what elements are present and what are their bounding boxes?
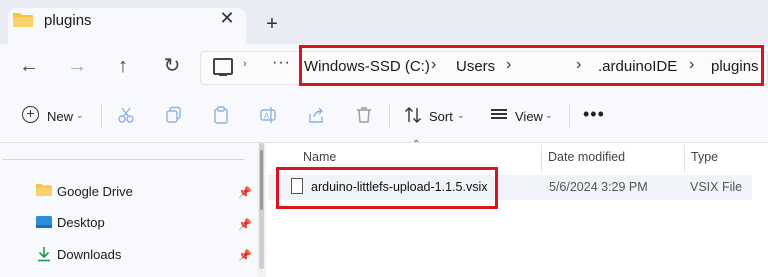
- view-icon-bar: [491, 113, 507, 115]
- svg-text:A: A: [264, 112, 270, 121]
- chevron-right-icon[interactable]: ›: [243, 58, 247, 70]
- back-button[interactable]: ←: [15, 52, 43, 80]
- toolbar-divider: [569, 104, 570, 128]
- sort-icon[interactable]: [404, 106, 422, 124]
- sort-button[interactable]: Sort: [429, 109, 453, 124]
- download-icon: [38, 247, 50, 262]
- column-divider[interactable]: [684, 145, 685, 173]
- copy-icon[interactable]: [165, 106, 183, 124]
- command-bar: [0, 90, 768, 143]
- address-overflow-button[interactable]: ···: [272, 54, 291, 72]
- column-header-name[interactable]: Name: [303, 150, 336, 164]
- view-button[interactable]: View: [515, 109, 543, 124]
- forward-button[interactable]: →: [63, 52, 91, 80]
- close-tab-button[interactable]: ✕: [216, 7, 238, 29]
- new-button[interactable]: New: [47, 109, 73, 124]
- paste-icon[interactable]: [212, 106, 230, 124]
- pin-icon[interactable]: 📌: [238, 218, 252, 231]
- chevron-down-icon[interactable]: ⌄: [76, 110, 84, 121]
- navigation-divider: [2, 159, 244, 160]
- sidebar-item-downloads[interactable]: Downloads: [57, 247, 121, 262]
- toolbar-divider: [101, 104, 102, 128]
- pin-icon[interactable]: 📌: [238, 249, 252, 262]
- computer-stand-icon: [219, 74, 227, 76]
- file-type: VSIX File: [690, 180, 743, 194]
- file-date-modified: 5/6/2024 3:29 PM: [549, 180, 648, 194]
- sidebar-item-google-drive[interactable]: Google Drive: [57, 184, 133, 199]
- sidebar-item-desktop[interactable]: Desktop: [57, 215, 105, 230]
- new-tab-button[interactable]: +: [262, 14, 282, 34]
- chevron-down-icon[interactable]: ⌄: [545, 110, 553, 121]
- column-divider[interactable]: [541, 145, 542, 173]
- column-header-date-modified[interactable]: Date modified: [548, 150, 625, 164]
- file-highlight-box: [276, 167, 498, 209]
- refresh-button[interactable]: ↻: [158, 52, 186, 80]
- toolbar-divider: [389, 104, 390, 128]
- chevron-down-icon[interactable]: ⌄: [457, 110, 465, 121]
- folder-icon: [13, 13, 33, 27]
- folder-icon: [36, 184, 52, 196]
- pin-icon[interactable]: 📌: [238, 186, 252, 199]
- tab-title: plugins: [44, 12, 92, 29]
- scissors-icon[interactable]: [117, 106, 135, 124]
- rename-icon[interactable]: A: [259, 106, 277, 124]
- more-options-button[interactable]: •••: [583, 104, 605, 125]
- share-icon[interactable]: [307, 106, 325, 124]
- new-icon[interactable]: +: [22, 106, 39, 123]
- address-highlight-box: [299, 45, 764, 86]
- up-button[interactable]: ↑: [109, 52, 137, 80]
- trash-icon[interactable]: [355, 106, 373, 124]
- column-header-type[interactable]: Type: [691, 150, 718, 164]
- navigation-scrollbar-thumb[interactable]: [260, 150, 263, 210]
- computer-icon[interactable]: [213, 58, 233, 75]
- desktop-icon: [36, 216, 52, 228]
- sort-up-icon: ⌃: [412, 139, 421, 150]
